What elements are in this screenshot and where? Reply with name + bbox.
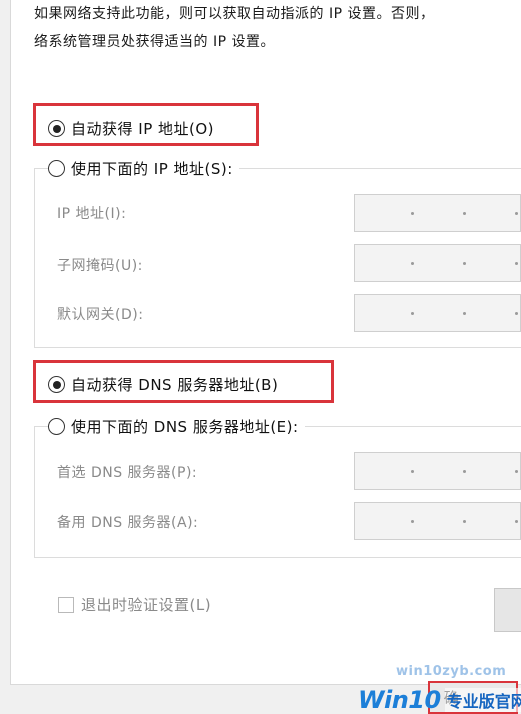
watermark-brand: Win10 [358,686,441,714]
auto-dns-highlight-box [33,360,334,403]
watermark-logo: Win10 专业版官网 [358,686,521,714]
validate-on-exit-checkbox[interactable]: 退出时验证设置(L) [58,594,211,615]
subnet-mask-input[interactable] [354,244,521,282]
ip-address-input[interactable] [354,194,521,232]
manual-dns-radio[interactable]: 使用下面的 DNS 服务器地址(E): [48,416,305,437]
subnet-mask-label: 子网掩码(U): [57,258,143,274]
watermark-brand-prefix: Win [358,686,409,714]
preferred-dns-input[interactable] [354,452,521,490]
description-line-1: 如果网络支持此功能，则可以获取自动指派的 IP 设置。否则， [34,6,435,22]
auto-ip-highlight-box [33,103,259,146]
preferred-dns-label: 首选 DNS 服务器(P): [57,465,198,481]
watermark-url: win10zyb.com [396,664,507,679]
manual-dns-radio-label: 使用下面的 DNS 服务器地址(E): [71,418,299,436]
tcpip-properties-dialog: 如果网络支持此功能，则可以获取自动指派的 IP 设置。否则， 络系统管理员处获得… [0,0,521,714]
advanced-button[interactable] [494,588,521,632]
description-line-2: 络系统管理员处获得适当的 IP 设置。 [34,34,275,50]
manual-ip-radio-label: 使用下面的 IP 地址(S): [71,160,233,178]
ip-address-label: IP 地址(I): [57,206,127,222]
validate-on-exit-checkbox-box[interactable] [58,596,74,613]
manual-ip-radio[interactable]: 使用下面的 IP 地址(S): [48,158,239,179]
manual-ip-radio-indicator[interactable] [48,160,65,177]
default-gateway-input[interactable] [354,294,521,332]
alternate-dns-input[interactable] [354,502,521,540]
manual-dns-radio-indicator[interactable] [48,418,65,435]
watermark-tag: 专业版官网 [444,688,521,712]
alternate-dns-label: 备用 DNS 服务器(A): [57,515,199,531]
watermark-brand-number: 10 [408,686,441,714]
default-gateway-label: 默认网关(D): [57,307,144,323]
validate-on-exit-label: 退出时验证设置(L) [81,596,212,614]
